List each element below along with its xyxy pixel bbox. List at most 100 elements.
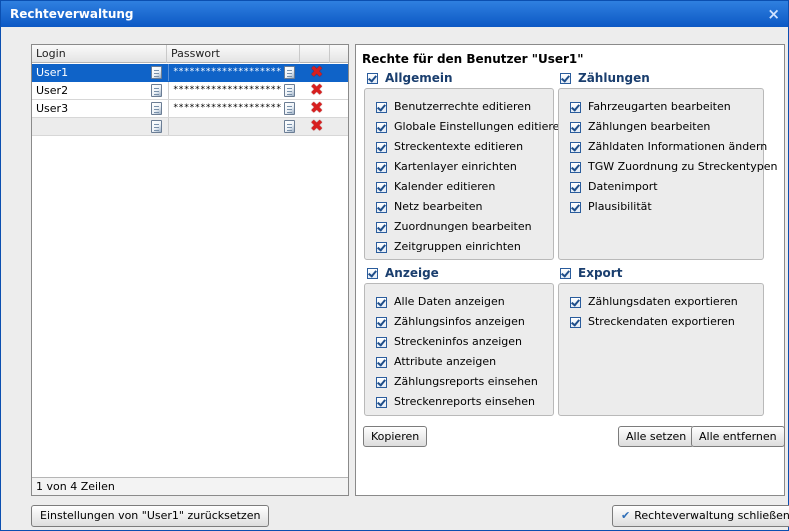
delete-icon[interactable]: ✖ (310, 82, 323, 99)
right-item[interactable]: TGW Zuordnung zu Streckentypen (570, 159, 777, 175)
right-item[interactable]: Zählungen bearbeiten (570, 119, 710, 135)
right-item[interactable]: Zeitgruppen einrichten (376, 239, 521, 255)
right-item[interactable]: Zähldaten Informationen ändern (570, 139, 767, 155)
right-item[interactable]: Streckeninfos anzeigen (376, 334, 522, 350)
right-item[interactable]: Netz bearbeiten (376, 199, 482, 215)
right-item[interactable]: Fahrzeugarten bearbeiten (570, 99, 731, 115)
checkbox-icon[interactable] (376, 141, 387, 153)
right-item[interactable]: Streckendaten exportieren (570, 314, 735, 330)
delete-icon[interactable]: ✖ (310, 118, 323, 135)
right-label: Zählungsinfos anzeigen (394, 315, 525, 328)
group-box-export: Zählungsdaten exportieren Streckendaten … (558, 283, 764, 416)
checkbox-icon[interactable] (376, 356, 387, 368)
right-item[interactable]: Globale Einstellungen editieren (376, 119, 566, 135)
group-allgemein[interactable]: Allgemein (367, 71, 453, 85)
password-cell[interactable]: ******************** (168, 100, 299, 117)
right-item[interactable]: Zählungsdaten exportieren (570, 294, 738, 310)
new-row[interactable]: ✖ (32, 118, 348, 136)
right-item[interactable]: Plausibilität (570, 199, 652, 215)
delete-cell: ✖ (300, 64, 330, 81)
checkbox-icon[interactable] (376, 241, 387, 253)
delete-icon[interactable]: ✖ (310, 100, 323, 117)
checkbox-icon[interactable] (376, 396, 387, 408)
checkbox-icon[interactable] (570, 201, 581, 213)
checkbox-icon[interactable] (376, 181, 387, 193)
column-header-password[interactable]: Passwort (167, 45, 300, 63)
edit-login-icon[interactable] (151, 102, 162, 115)
right-label: Zuordnungen bearbeiten (394, 220, 532, 233)
checkbox-icon[interactable] (570, 181, 581, 193)
group-label: Anzeige (385, 266, 439, 280)
password-cell[interactable] (168, 118, 299, 135)
group-export[interactable]: Export (560, 266, 622, 280)
checkbox-icon[interactable] (570, 316, 581, 328)
right-item[interactable]: Streckenreports einsehen (376, 394, 535, 410)
right-label: Zählungen bearbeiten (588, 120, 711, 133)
right-item[interactable]: Kalender editieren (376, 179, 495, 195)
column-header-actions (300, 45, 330, 63)
edit-login-icon[interactable] (151, 66, 162, 79)
login-cell[interactable]: User3 (32, 100, 167, 117)
right-label: Streckenreports einsehen (394, 395, 535, 408)
right-item[interactable]: Alle Daten anzeigen (376, 294, 505, 310)
edit-password-icon[interactable] (284, 120, 295, 133)
right-item[interactable]: Streckentexte editieren (376, 139, 523, 155)
close-icon[interactable]: × (767, 1, 780, 27)
checkbox-icon[interactable] (376, 221, 387, 233)
edit-login-icon[interactable] (151, 120, 162, 133)
right-item[interactable]: Zuordnungen bearbeiten (376, 219, 532, 235)
group-zaehlungen[interactable]: Zählungen (560, 71, 650, 85)
right-item[interactable]: Benutzerrechte editieren (376, 99, 531, 115)
delete-icon[interactable]: ✖ (310, 64, 323, 81)
right-item[interactable]: Zählungsinfos anzeigen (376, 314, 525, 330)
right-label: Streckentexte editieren (394, 140, 524, 153)
edit-password-icon[interactable] (284, 102, 295, 115)
set-all-button[interactable]: Alle setzen (618, 426, 695, 447)
checkbox-icon[interactable] (570, 161, 581, 173)
right-item[interactable]: Datenimport (570, 179, 658, 195)
password-cell[interactable]: ******************** (168, 82, 299, 99)
group-anzeige[interactable]: Anzeige (367, 266, 439, 280)
right-label: Netz bearbeiten (394, 200, 483, 213)
copy-button[interactable]: Kopieren (363, 426, 428, 447)
edit-login-icon[interactable] (151, 84, 162, 97)
password-cell[interactable]: ******************** (168, 64, 299, 81)
right-item[interactable]: Kartenlayer einrichten (376, 159, 517, 175)
checkbox-icon[interactable] (570, 141, 581, 153)
checkbox-icon[interactable] (376, 101, 387, 113)
right-label: Globale Einstellungen editieren (394, 120, 567, 133)
right-label: Zähldaten Informationen ändern (588, 140, 768, 153)
checkbox-icon[interactable] (376, 296, 387, 308)
checkbox-icon[interactable] (376, 316, 387, 328)
checkbox-icon[interactable] (570, 296, 581, 308)
grid-header: Login Passwort (32, 45, 348, 63)
table-row[interactable]: User1 ******************** ✖ (32, 64, 348, 82)
reset-settings-button[interactable]: Einstellungen von "User1" zurücksetzen (31, 505, 270, 527)
checkbox-icon[interactable] (560, 268, 571, 279)
checkbox-icon[interactable] (570, 101, 581, 113)
table-row[interactable]: User2 ******************** ✖ (32, 82, 348, 100)
edit-password-icon[interactable] (284, 84, 295, 97)
login-cell[interactable]: User1 (32, 64, 167, 81)
checkbox-icon[interactable] (367, 268, 378, 279)
checkbox-icon[interactable] (376, 336, 387, 348)
checkbox-icon[interactable] (570, 121, 581, 133)
delete-cell: ✖ (300, 118, 330, 135)
right-label: Benutzerrechte editieren (394, 100, 532, 113)
right-item[interactable]: Zählungsreports einsehen (376, 374, 538, 390)
table-row[interactable]: User3 ******************** ✖ (32, 100, 348, 118)
edit-password-icon[interactable] (284, 66, 295, 79)
checkbox-icon[interactable] (376, 121, 387, 133)
right-item[interactable]: Attribute anzeigen (376, 354, 496, 370)
checkbox-icon[interactable] (376, 161, 387, 173)
login-cell[interactable]: User2 (32, 82, 167, 99)
close-rights-button[interactable]: ✔ Rechteverwaltung schließen (612, 505, 789, 527)
checkbox-icon[interactable] (376, 201, 387, 213)
checkbox-icon[interactable] (367, 73, 378, 84)
login-cell[interactable] (32, 118, 167, 135)
column-header-login[interactable]: Login (32, 45, 167, 63)
checkmark-icon: ✔ (621, 509, 631, 522)
checkbox-icon[interactable] (376, 376, 387, 388)
remove-all-button[interactable]: Alle entfernen (691, 426, 785, 447)
checkbox-icon[interactable] (560, 73, 571, 84)
